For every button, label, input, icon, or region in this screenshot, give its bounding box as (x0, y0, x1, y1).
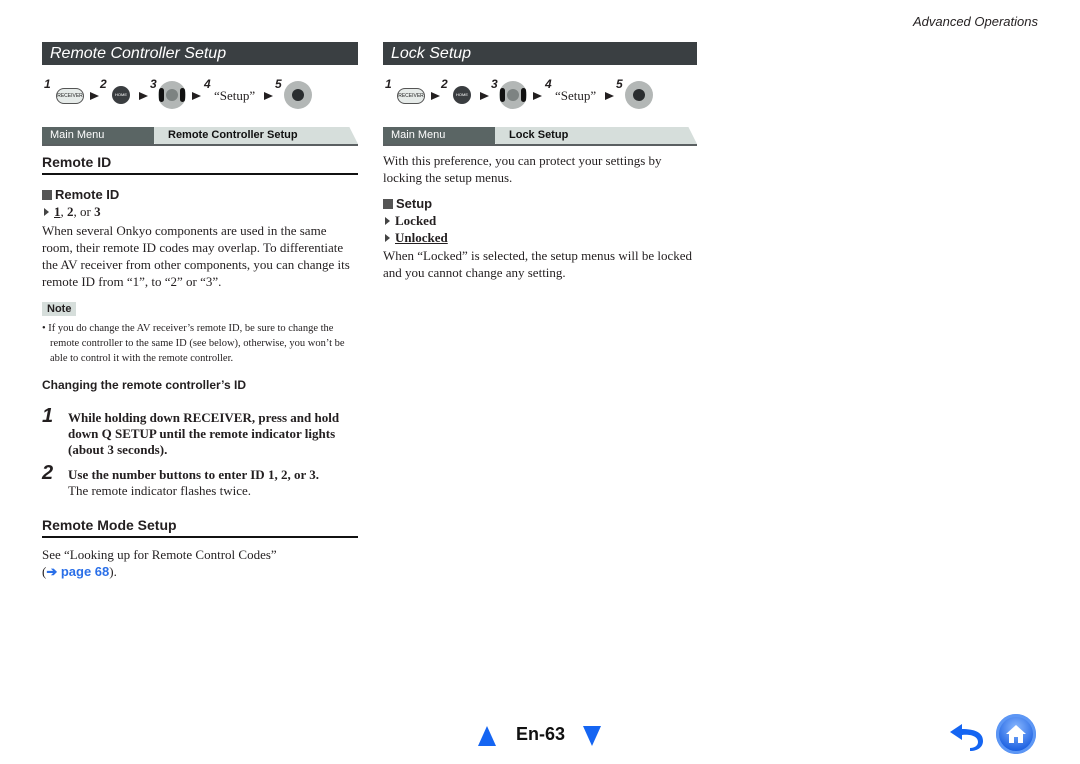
receiver-button-icon: RECEIVER (56, 88, 84, 104)
enter-button-icon (284, 81, 312, 109)
note-text: • If you do change the AV receiver’s rem… (42, 323, 345, 364)
step-number: 2 (42, 462, 54, 484)
arrow-icon (605, 92, 614, 100)
arrow-icon (480, 92, 489, 100)
home-button-icon: HOME (453, 86, 471, 104)
step-number: 3 (491, 77, 498, 91)
remote-id-heading: Remote ID (42, 154, 358, 175)
section-banner: Lock Setup (383, 42, 697, 65)
breadcrumb-main-menu: Main Menu (383, 127, 495, 144)
setting-label: Remote ID (55, 187, 120, 202)
arrow-icon (90, 92, 99, 100)
enter-button-icon (625, 81, 653, 109)
remote-mode-text: See “Looking up for Remote Control Codes… (42, 547, 277, 562)
setup-menu-label: “Setup” (214, 88, 256, 103)
square-bullet-icon (383, 199, 393, 209)
next-page-icon[interactable] (583, 726, 601, 746)
arrow-icon (431, 92, 440, 100)
square-bullet-icon (42, 190, 52, 200)
step-number: 2 (100, 77, 107, 91)
option-locked: Locked (383, 213, 697, 229)
step-number: 1 (385, 77, 392, 91)
dpad-left-right-icon (499, 81, 527, 109)
setup-setting: Setup (383, 196, 697, 211)
option-triangle-icon (44, 208, 49, 216)
option-triangle-icon (385, 234, 390, 242)
remote-id-options: 1, 2, or 3 (42, 204, 358, 220)
remote-mode-heading: Remote Mode Setup (42, 517, 358, 538)
setup-menu-label: “Setup” (555, 88, 597, 103)
step-number: 4 (204, 77, 211, 91)
step-subtext: The remote indicator flashes twice. (68, 483, 252, 498)
breadcrumb-current: Remote Controller Setup (142, 127, 358, 144)
lock-setup-column: Lock Setup 1 RECEIVER 2 HOME 3 4 “Setup”… (383, 42, 697, 281)
navigation-steps: 1 RECEIVER 2 HOME 3 4 “Setup” 5 (383, 77, 697, 117)
page-reference: (➔ page 68). (42, 564, 117, 579)
instruction-step: 2 Use the number buttons to enter ID 1, … (42, 462, 358, 499)
option: 3 (94, 204, 101, 219)
page-68-link[interactable]: ➔ page 68 (46, 564, 109, 579)
lock-intro: With this preference, you can protect yo… (383, 153, 662, 185)
changing-id-heading: Changing the remote controller’s ID (42, 378, 247, 392)
remote-id-setting: Remote ID (42, 187, 358, 202)
arrow-icon (533, 92, 542, 100)
step-number: 3 (150, 77, 157, 91)
dpad-left-right-icon (158, 81, 186, 109)
page-number: En-63 (516, 724, 566, 744)
step-number: 1 (42, 405, 54, 427)
setting-label: Setup (396, 196, 433, 211)
receiver-button-icon: RECEIVER (397, 88, 425, 104)
section-banner: Remote Controller Setup (42, 42, 358, 65)
breadcrumb-current: Lock Setup (483, 127, 697, 144)
step-number: 4 (545, 77, 552, 91)
lock-description: When “Locked” is selected, the setup men… (383, 248, 693, 280)
back-icon[interactable] (948, 718, 986, 757)
step-number: 1 (44, 77, 51, 91)
instruction-step: 1 While holding down RECEIVER, press and… (42, 405, 358, 458)
breadcrumb-main-menu: Main Menu (42, 127, 154, 144)
note-label: Note (42, 302, 77, 316)
step-number: 5 (275, 77, 282, 91)
arrow-icon (192, 92, 201, 100)
remote-controller-setup-column: Remote Controller Setup 1 RECEIVER 2 HOM… (42, 42, 358, 580)
home-button-icon: HOME (112, 86, 130, 104)
breadcrumb: Lock Setup Main Menu (383, 127, 697, 146)
step-number: 2 (441, 77, 448, 91)
arrow-icon (139, 92, 148, 100)
arrow-icon (264, 92, 273, 100)
breadcrumb: Remote Controller Setup Main Menu (42, 127, 358, 146)
step-text: While holding down RECEIVER, press and h… (68, 410, 340, 457)
remote-id-description: When several Onkyo components are used i… (42, 223, 350, 289)
home-icon[interactable] (996, 714, 1036, 754)
previous-page-icon[interactable] (478, 726, 496, 746)
option-triangle-icon (385, 217, 390, 225)
option-unlocked: Unlocked (383, 230, 697, 246)
section-label: Advanced Operations (912, 14, 1038, 29)
navigation-steps: 1 RECEIVER 2 HOME 3 4 “Setup” 5 (42, 77, 358, 117)
step-number: 5 (616, 77, 623, 91)
step-text: Use the number buttons to enter ID 1, 2,… (68, 467, 319, 482)
